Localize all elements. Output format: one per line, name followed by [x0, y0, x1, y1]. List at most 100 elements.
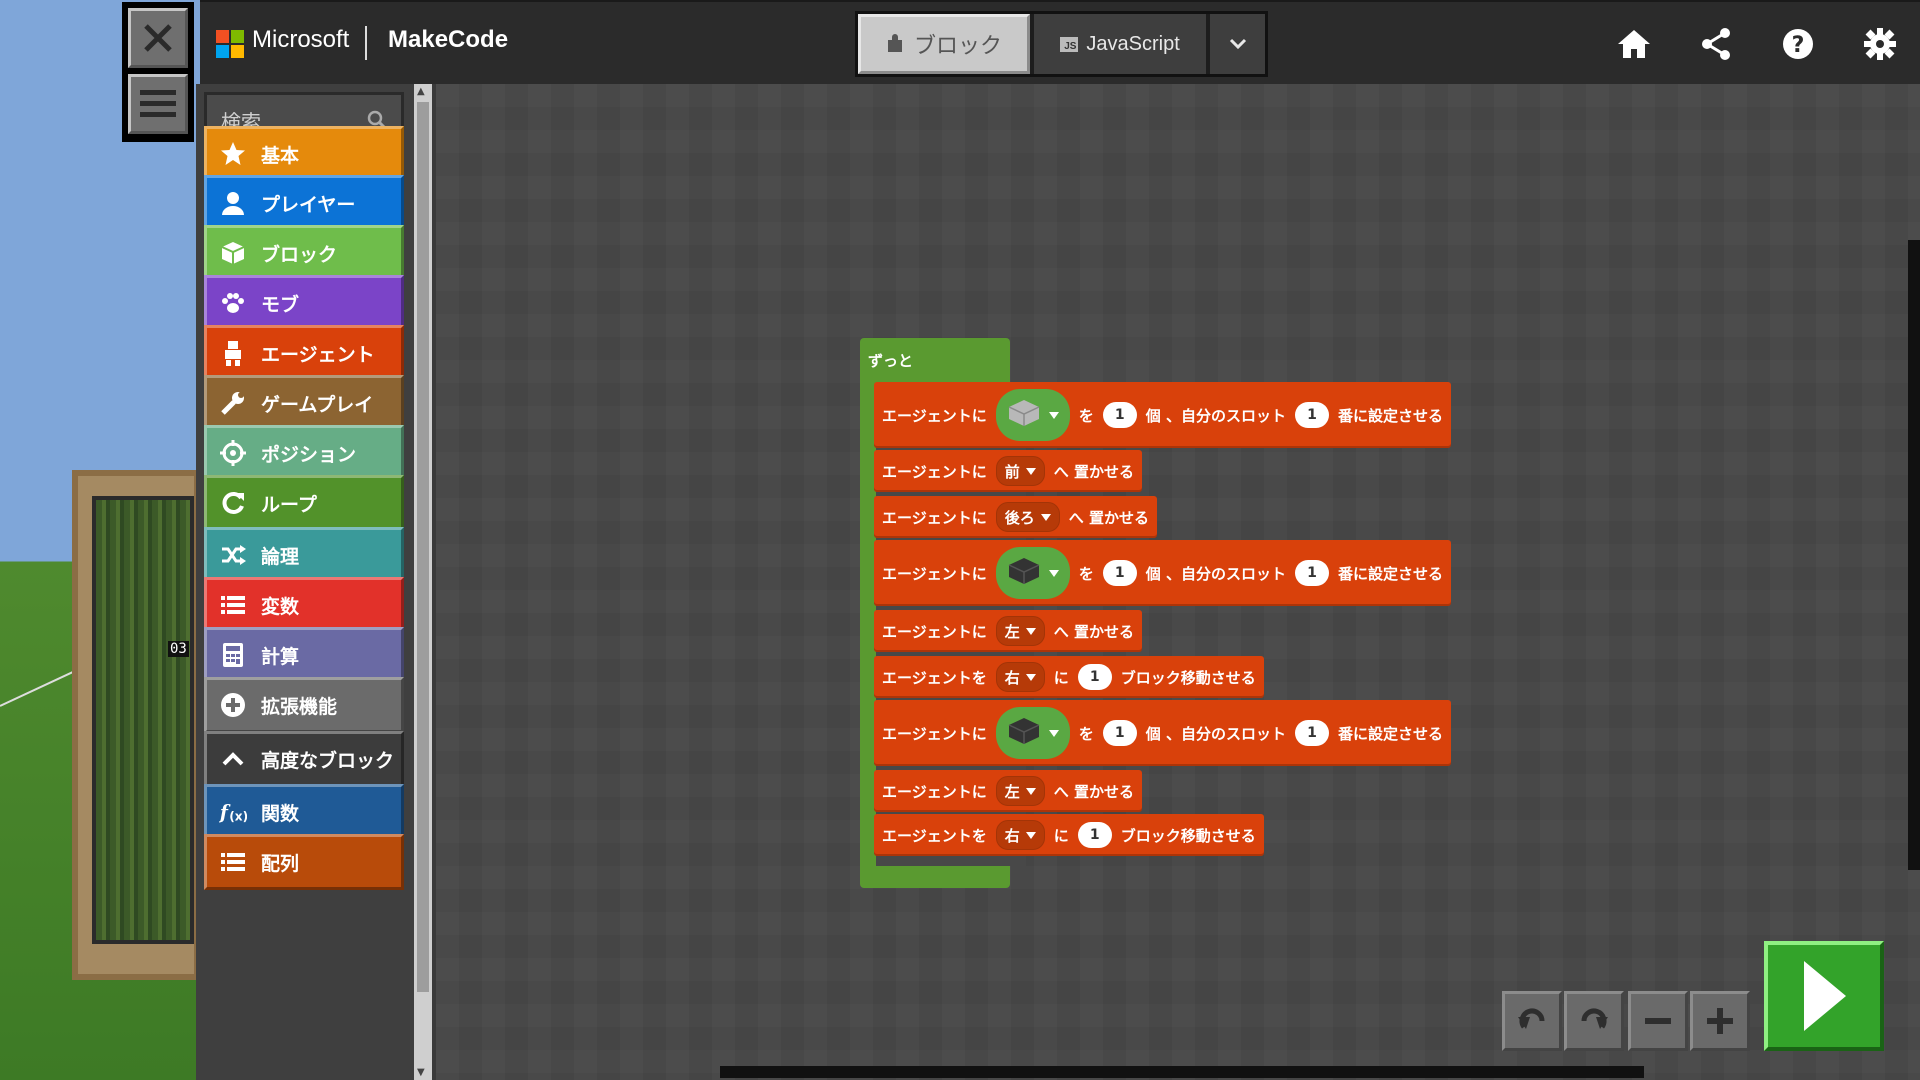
block-text: エージェントに [882, 782, 987, 801]
home-icon [1618, 30, 1650, 58]
direction-value: 後ろ [1004, 508, 1035, 527]
category-9[interactable]: 変数 [204, 577, 404, 633]
count-input[interactable]: 1 [1102, 402, 1137, 428]
direction-dropdown[interactable]: 後ろ [995, 502, 1060, 532]
share-button[interactable] [1696, 24, 1736, 64]
menu-button[interactable] [128, 74, 188, 134]
shuffle-icon [219, 541, 247, 569]
gear-icon [1864, 28, 1896, 60]
agent-block-4[interactable]: エージェントに左 へ 置かせる [874, 610, 1142, 652]
home-button[interactable] [1614, 24, 1654, 64]
category-10[interactable]: 計算 [204, 627, 404, 683]
scroll-down-icon[interactable]: ▼ [417, 1067, 425, 1078]
block-text: 番に設定させる [1337, 406, 1443, 425]
dropdown-arrow-icon [1025, 462, 1036, 480]
category-11[interactable]: 拡張機能 [204, 677, 404, 733]
dropdown-arrow-icon [1048, 564, 1059, 582]
block-text: 個 、自分のスロット [1145, 406, 1286, 425]
block-text: 番に設定させる [1337, 724, 1443, 743]
editor-toggle: ブロック JS JavaScript [855, 11, 1268, 77]
chevron-down-icon [1229, 38, 1246, 50]
direction-dropdown[interactable]: 前 [995, 456, 1045, 486]
category-5[interactable]: ゲームプレイ [204, 375, 404, 431]
agent-block-3[interactable]: エージェントにを 1 個 、自分のスロット 1 番に設定させる [874, 540, 1451, 606]
category-label: ループ [261, 493, 317, 516]
item-selector[interactable] [995, 547, 1070, 599]
category-6[interactable]: ポジション [204, 425, 404, 481]
dropdown-arrow-icon [1048, 406, 1059, 424]
block-text: 個 、自分のスロット [1145, 564, 1286, 583]
tab-blocks-label: ブロック [913, 34, 1002, 59]
direction-value: 右 [1004, 826, 1020, 845]
direction-dropdown[interactable]: 右 [995, 662, 1045, 692]
category-label: 計算 [261, 645, 300, 668]
help-button[interactable]: ? [1778, 24, 1818, 64]
scroll-up-icon[interactable]: ▲ [417, 86, 425, 97]
block-text: へ 置かせる [1068, 508, 1149, 527]
category-label: ゲームプレイ [261, 393, 374, 416]
slot-input[interactable]: 1 [1294, 720, 1329, 746]
agent-block-7[interactable]: エージェントに左 へ 置かせる [874, 770, 1142, 812]
brand-microsoft[interactable]: Microsoft [252, 26, 349, 54]
category-7[interactable]: ループ [204, 475, 404, 531]
category-4[interactable]: エージェント [204, 325, 404, 381]
workspace-vertical-scrollbar[interactable] [1908, 240, 1920, 870]
agent-block-2[interactable]: エージェントに 後ろ へ 置かせる [874, 496, 1157, 538]
category-8[interactable]: 論理 [204, 527, 404, 583]
block-text: エージェントに [882, 622, 987, 641]
item-selector[interactable] [995, 389, 1070, 441]
count-input[interactable]: 1 [1077, 664, 1112, 690]
list-icon [219, 591, 247, 619]
agent-block-5[interactable]: エージェントを右 に 1 ブロック移動させる [874, 656, 1264, 698]
toolbox-scrollbar[interactable]: ▲ ▼ [414, 84, 432, 1080]
settings-button[interactable] [1860, 24, 1900, 64]
list-icon [219, 848, 247, 876]
slot-input[interactable]: 1 [1294, 560, 1329, 586]
toolbox-panel: 検索... 基本 プレイヤー ブロック モブ エージェント ゲームプレイ ポジション ループ論… [196, 84, 416, 1080]
zoom-in-button[interactable] [1690, 991, 1750, 1051]
redo-button[interactable] [1564, 991, 1624, 1051]
direction-dropdown[interactable]: 左 [995, 616, 1045, 646]
toolbox-scroll-thumb[interactable] [417, 102, 429, 992]
count-input[interactable]: 1 [1102, 560, 1137, 586]
language-dropdown-button[interactable] [1210, 14, 1265, 74]
zoom-out-button[interactable] [1628, 991, 1688, 1051]
brand-makecode[interactable]: MakeCode [388, 26, 508, 54]
agent-block-6[interactable]: エージェントにを 1 個 、自分のスロット 1 番に設定させる [874, 700, 1451, 766]
category-label: ブロック [261, 243, 338, 266]
direction-value: 右 [1004, 668, 1020, 687]
category-13[interactable]: f (x) 関数 [204, 784, 404, 840]
close-editor-button[interactable] [128, 8, 188, 68]
block-text: へ 置かせる [1053, 462, 1134, 481]
loop-icon [219, 489, 247, 517]
slot-input[interactable]: 1 [1294, 402, 1329, 428]
block-text: に [1053, 668, 1069, 687]
category-2[interactable]: ブロック [204, 225, 404, 281]
direction-value: 左 [1004, 782, 1020, 801]
agent-block-8[interactable]: エージェントを右 に 1 ブロック移動させる [874, 814, 1264, 856]
category-0[interactable]: 基本 [204, 126, 404, 182]
puzzle-icon [887, 34, 902, 52]
category-label: ポジション [261, 443, 357, 466]
count-input[interactable]: 1 [1077, 822, 1112, 848]
agent-block-0[interactable]: エージェントにを 1 個 、自分のスロット 1 番に設定させる [874, 382, 1451, 448]
tab-blocks[interactable]: ブロック [858, 14, 1030, 74]
category-12[interactable]: 高度なブロック [204, 731, 404, 787]
workspace-horizontal-scrollbar[interactable] [720, 1066, 1644, 1078]
category-14[interactable]: 配列 [204, 834, 404, 890]
count-input[interactable]: 1 [1102, 720, 1137, 746]
category-3[interactable]: モブ [204, 275, 404, 331]
item-selector[interactable] [995, 707, 1070, 759]
map-image [92, 496, 194, 944]
direction-dropdown[interactable]: 右 [995, 820, 1045, 850]
run-button[interactable] [1764, 941, 1884, 1051]
map-tag: 03 [168, 641, 189, 657]
undo-button[interactable] [1502, 991, 1562, 1051]
category-1[interactable]: プレイヤー [204, 175, 404, 231]
tab-javascript[interactable]: JS JavaScript [1034, 14, 1206, 74]
cube-icon [219, 239, 247, 267]
category-label: エージェント [261, 343, 375, 366]
direction-dropdown[interactable]: 左 [995, 776, 1045, 806]
agent-block-1[interactable]: エージェントに前 へ 置かせる [874, 450, 1142, 492]
function-icon: f (x) [219, 798, 247, 826]
